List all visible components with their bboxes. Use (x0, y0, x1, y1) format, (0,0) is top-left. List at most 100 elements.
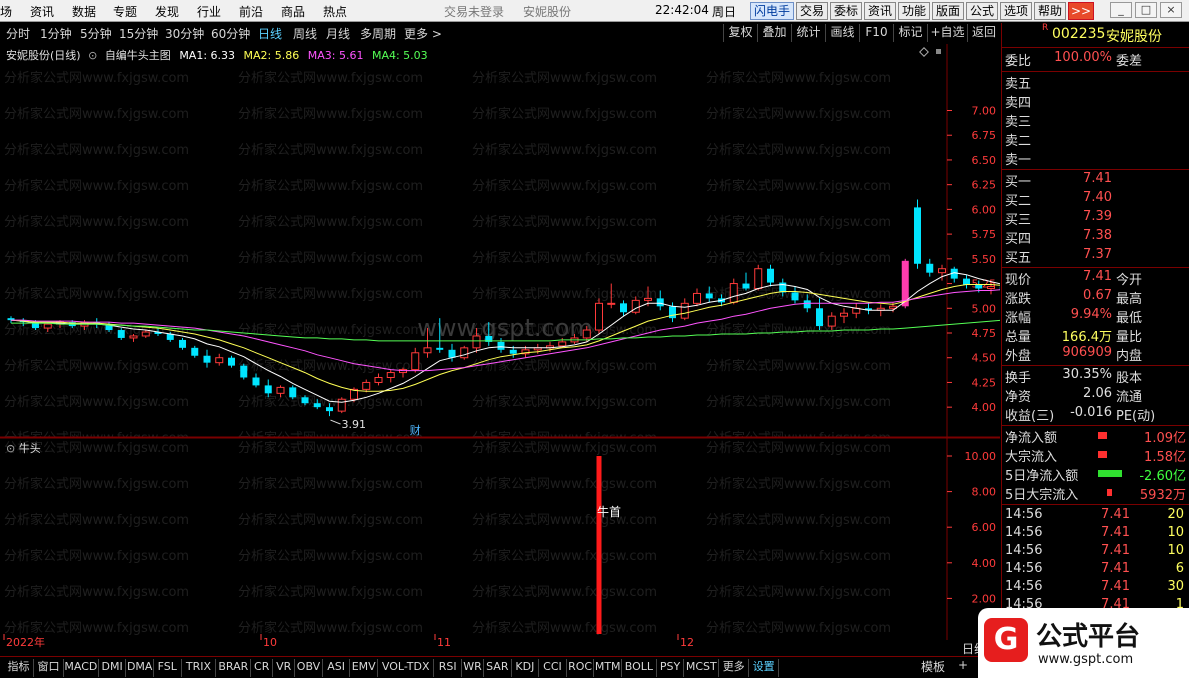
menu-data[interactable]: 数据 (72, 3, 96, 20)
formula-button[interactable]: 公式 (966, 2, 998, 20)
indicator-tab-25[interactable]: 设置 (749, 659, 780, 677)
indicator-tab-11[interactable]: ASI (323, 659, 351, 677)
indicator-tab-8[interactable]: CR (251, 659, 274, 677)
template-button[interactable]: 模板 (921, 658, 945, 675)
draw-line-button[interactable]: 画线 (825, 24, 859, 42)
indicator-tab-19[interactable]: ROC (567, 659, 595, 677)
order-button[interactable]: 委标 (830, 2, 862, 20)
period-15min[interactable]: 15分钟 (119, 25, 158, 42)
buy-row-5[interactable]: 买五 7.37 (1002, 247, 1189, 266)
stats-button[interactable]: 统计 (791, 24, 825, 42)
indicator-tab-1[interactable]: 窗口 (34, 659, 64, 677)
indicator-tab-15[interactable]: WR (462, 659, 484, 677)
flash-trade-button[interactable]: 闪电手 (750, 2, 794, 20)
high-label: 最高 (1116, 292, 1143, 307)
sub-settings-icon[interactable]: ⊙ (6, 442, 15, 455)
indicator-tab-0[interactable]: 指标 (4, 659, 34, 677)
sell-row-3[interactable]: 卖三 (1002, 111, 1189, 130)
5day-block-inflow-bar (1107, 489, 1112, 496)
indicator-tab-17[interactable]: KDJ (512, 659, 540, 677)
candle-body (43, 323, 52, 329)
volume-ratio-label: 量比 (1116, 330, 1143, 345)
indicator-tab-7[interactable]: BRAR (216, 659, 252, 677)
sell-row-5[interactable]: 卖五 (1002, 73, 1189, 92)
indicator-settings-icon[interactable]: ⊙ (88, 49, 97, 62)
indicator-tab-9[interactable]: VR (273, 659, 296, 677)
indicator-tab-5[interactable]: FSL (154, 659, 182, 677)
period-1min[interactable]: 1分钟 (40, 25, 72, 42)
period-30min[interactable]: 30分钟 (165, 25, 204, 42)
watermark-text: 分析家公式网www.fxjgsw.com (472, 106, 657, 122)
indicator-tab-14[interactable]: RSI (434, 659, 462, 677)
menu-market[interactable]: 场 (0, 3, 12, 20)
function-button[interactable]: 功能 (898, 2, 930, 20)
help-button[interactable]: 帮助 (1034, 2, 1066, 20)
period-more[interactable]: 更多 > (404, 25, 442, 42)
back-button[interactable]: 返回 (967, 24, 1000, 42)
f10-button[interactable]: F10 (859, 24, 893, 42)
maximize-button[interactable]: □ (1135, 2, 1157, 18)
buy-row-2[interactable]: 买二 7.40 (1002, 190, 1189, 209)
indicator-tab-6[interactable]: TRIX (182, 659, 217, 677)
period-daily[interactable]: 日线 (258, 25, 282, 42)
signal-bar (596, 456, 602, 634)
indicator-tab-3[interactable]: DMI (99, 659, 127, 677)
more-menu-button[interactable]: >> (1068, 2, 1094, 20)
niutou-indicator-chart[interactable]: 分析家公式网www.fxjgsw.com 分析家公式网www.fxjgsw.com… (0, 437, 1189, 649)
indicator-tab-20[interactable]: MTM (594, 659, 622, 677)
buy-row-3[interactable]: 买三 7.39 (1002, 209, 1189, 228)
indicator-tab-24[interactable]: 更多 (719, 659, 750, 677)
period-multi[interactable]: 多周期 (360, 25, 396, 42)
period-60min[interactable]: 60分钟 (211, 25, 250, 42)
indicator-tab-13[interactable]: VOL-TDX (378, 659, 435, 677)
restore-right-button[interactable]: 复权 (723, 24, 757, 42)
sell-row-2[interactable]: 卖二 (1002, 130, 1189, 149)
buy-row-1[interactable]: 买一 7.41 (1002, 171, 1189, 190)
buy-4-label: 买四 (1005, 232, 1032, 247)
news-button[interactable]: 资讯 (864, 2, 896, 20)
minimize-button[interactable]: _ (1110, 2, 1132, 18)
sell-row-1[interactable]: 卖一 (1002, 149, 1189, 168)
indicator-tab-18[interactable]: CCI (539, 659, 567, 677)
watermark-text: 分析家公式网www.fxjgsw.com (706, 178, 891, 194)
menu-topic[interactable]: 专题 (113, 3, 137, 20)
watermark-text: 分析家公式网www.fxjgsw.com (706, 358, 891, 374)
indicator-tab-4[interactable]: DMA (126, 659, 154, 677)
sell-row-4[interactable]: 卖四 (1002, 92, 1189, 111)
overlay-button[interactable]: 叠加 (757, 24, 791, 42)
period-weekly[interactable]: 周线 (293, 25, 317, 42)
mark-button[interactable]: 标记 (893, 24, 927, 42)
indicator-tab-10[interactable]: OBV (295, 659, 323, 677)
sub-chart-name[interactable]: 牛头 (19, 442, 41, 455)
indicator-tab-2[interactable]: MACD (64, 659, 99, 677)
indicator-tab-12[interactable]: EMV (350, 659, 378, 677)
menu-news[interactable]: 资讯 (30, 3, 54, 20)
menu-frontier[interactable]: 前沿 (239, 3, 263, 20)
options-button[interactable]: 选项 (1000, 2, 1032, 20)
tick-price: 7.41 (1101, 543, 1130, 558)
buy-row-4[interactable]: 买四 7.38 (1002, 228, 1189, 247)
tick-volume: 20 (1167, 507, 1184, 522)
trade-button[interactable]: 交易 (796, 2, 828, 20)
indicator-tab-23[interactable]: MCST (684, 659, 720, 677)
period-5min[interactable]: 5分钟 (80, 25, 112, 42)
menu-commodity[interactable]: 商品 (281, 3, 305, 20)
menu-industry[interactable]: 行业 (197, 3, 221, 20)
chart-indicator-name[interactable]: 自编牛头主图 (105, 49, 171, 62)
period-tick[interactable]: 分时 (6, 25, 30, 42)
layout-button[interactable]: 版面 (932, 2, 964, 20)
indicator-tab-21[interactable]: BOLL (622, 659, 657, 677)
candle-body (680, 302, 689, 319)
menu-discover[interactable]: 发现 (155, 3, 179, 20)
add-window-button[interactable]: + (958, 658, 968, 672)
menu-hot[interactable]: 热点 (323, 3, 347, 20)
chart-stock-title: 安妮股份(日线) (6, 49, 81, 62)
add-favorite-button[interactable]: +自选 (927, 24, 967, 42)
login-status[interactable]: 交易未登录 (444, 3, 504, 20)
indicator-tab-22[interactable]: PSY (657, 659, 685, 677)
indicator-tab-16[interactable]: SAR (484, 659, 512, 677)
sub-tick-label: 4.00 (972, 557, 997, 570)
close-button[interactable]: × (1160, 2, 1182, 18)
period-monthly[interactable]: 月线 (326, 25, 350, 42)
price-chart[interactable]: 分析家公式网www.fxjgsw.com 分析家公式网www.fxjgsw.com… (0, 44, 1000, 438)
